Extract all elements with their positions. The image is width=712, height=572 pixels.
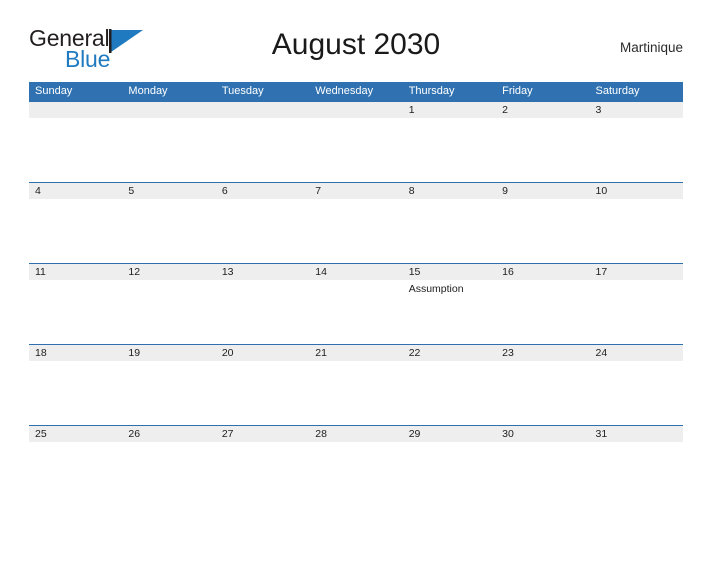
day-cell[interactable]: [403, 361, 496, 425]
dow-friday: Friday: [502, 85, 533, 97]
week-number-band: 1 2 3: [29, 102, 683, 118]
day-number[interactable]: 2: [496, 102, 589, 118]
day-cell[interactable]: [403, 118, 496, 182]
day-number[interactable]: 10: [590, 183, 683, 199]
day-number[interactable]: 30: [496, 426, 589, 442]
day-cell[interactable]: [122, 118, 215, 182]
day-number[interactable]: [309, 102, 402, 118]
day-cell[interactable]: [216, 442, 309, 506]
dow-thursday: Thursday: [408, 85, 455, 97]
week-number-band: 11 12 13 14 15 16 17: [29, 264, 683, 280]
day-number[interactable]: 16: [496, 264, 589, 280]
dow-saturday: Saturday: [595, 85, 640, 97]
day-cell-holiday[interactable]: Assumption: [403, 280, 496, 344]
day-cell[interactable]: [122, 199, 215, 263]
week-row: 18 19 20 21 22 23 24: [29, 344, 683, 425]
day-cell[interactable]: [496, 199, 589, 263]
day-number[interactable]: 4: [29, 183, 122, 199]
day-number[interactable]: 23: [496, 345, 589, 361]
day-number[interactable]: 1: [403, 102, 496, 118]
day-number[interactable]: 15: [403, 264, 496, 280]
day-number[interactable]: 18: [29, 345, 122, 361]
day-number[interactable]: [29, 102, 122, 118]
day-cell[interactable]: [309, 118, 402, 182]
day-number[interactable]: 7: [309, 183, 402, 199]
week-number-band: 18 19 20 21 22 23 24: [29, 345, 683, 361]
region-label: Martinique: [619, 40, 683, 55]
week-row: 11 12 13 14 15 16 17 Assumption: [29, 263, 683, 344]
week-row: 1 2 3: [29, 101, 683, 182]
day-cell[interactable]: [216, 280, 309, 344]
day-event: Assumption: [408, 283, 464, 295]
day-cell[interactable]: [496, 280, 589, 344]
day-cell[interactable]: [29, 280, 122, 344]
day-number[interactable]: 12: [122, 264, 215, 280]
day-cell[interactable]: [590, 280, 683, 344]
day-cell[interactable]: [216, 118, 309, 182]
page-title: August 2030: [271, 28, 441, 61]
day-cell[interactable]: [309, 361, 402, 425]
day-cell[interactable]: [29, 442, 122, 506]
day-number[interactable]: 26: [122, 426, 215, 442]
day-of-week-header: Sunday Monday Tuesday Wednesday Thursday…: [29, 82, 683, 101]
day-cell[interactable]: [496, 442, 589, 506]
day-number[interactable]: 20: [216, 345, 309, 361]
calendar-page: General Blue August 2030 Martinique Sund…: [0, 22, 712, 572]
day-number[interactable]: 21: [309, 345, 402, 361]
week-body: Assumption: [29, 280, 683, 344]
day-cell[interactable]: [309, 199, 402, 263]
dow-monday: Monday: [128, 85, 168, 97]
day-number[interactable]: 5: [122, 183, 215, 199]
day-cell[interactable]: [309, 280, 402, 344]
day-number[interactable]: 24: [590, 345, 683, 361]
day-number[interactable]: 13: [216, 264, 309, 280]
day-cell[interactable]: [403, 442, 496, 506]
day-number[interactable]: [122, 102, 215, 118]
day-number[interactable]: 6: [216, 183, 309, 199]
day-number[interactable]: 19: [122, 345, 215, 361]
day-cell[interactable]: [309, 442, 402, 506]
week-body: [29, 361, 683, 425]
day-cell[interactable]: [590, 118, 683, 182]
day-number[interactable]: 11: [29, 264, 122, 280]
day-number[interactable]: 8: [403, 183, 496, 199]
day-cell[interactable]: [122, 280, 215, 344]
page-header: General Blue August 2030 Martinique: [29, 22, 683, 72]
week-row: 25 26 27 28 29 30 31: [29, 425, 683, 506]
day-cell[interactable]: [216, 361, 309, 425]
day-cell[interactable]: [403, 199, 496, 263]
day-number[interactable]: 9: [496, 183, 589, 199]
week-number-band: 4 5 6 7 8 9 10: [29, 183, 683, 199]
day-number[interactable]: 31: [590, 426, 683, 442]
day-cell[interactable]: [496, 118, 589, 182]
day-number[interactable]: 22: [403, 345, 496, 361]
dow-sunday: Sunday: [35, 85, 73, 97]
day-cell[interactable]: [590, 199, 683, 263]
day-cell[interactable]: [122, 442, 215, 506]
day-number[interactable]: 25: [29, 426, 122, 442]
calendar-grid: Sunday Monday Tuesday Wednesday Thursday…: [29, 82, 683, 506]
day-number[interactable]: 28: [309, 426, 402, 442]
dow-wednesday: Wednesday: [315, 85, 374, 97]
day-cell[interactable]: [496, 361, 589, 425]
day-cell[interactable]: [216, 199, 309, 263]
day-number[interactable]: 3: [590, 102, 683, 118]
day-number[interactable]: 27: [216, 426, 309, 442]
week-body: [29, 199, 683, 263]
dow-tuesday: Tuesday: [221, 85, 264, 97]
day-number[interactable]: 29: [403, 426, 496, 442]
day-cell[interactable]: [590, 442, 683, 506]
day-number[interactable]: 14: [309, 264, 402, 280]
week-row: 4 5 6 7 8 9 10: [29, 182, 683, 263]
week-body: [29, 118, 683, 182]
day-cell[interactable]: [29, 199, 122, 263]
day-cell[interactable]: [590, 361, 683, 425]
week-body: [29, 442, 683, 506]
day-number[interactable]: 17: [590, 264, 683, 280]
day-cell[interactable]: [29, 118, 122, 182]
day-cell[interactable]: [122, 361, 215, 425]
week-number-band: 25 26 27 28 29 30 31: [29, 426, 683, 442]
day-cell[interactable]: [29, 361, 122, 425]
day-number[interactable]: [216, 102, 309, 118]
